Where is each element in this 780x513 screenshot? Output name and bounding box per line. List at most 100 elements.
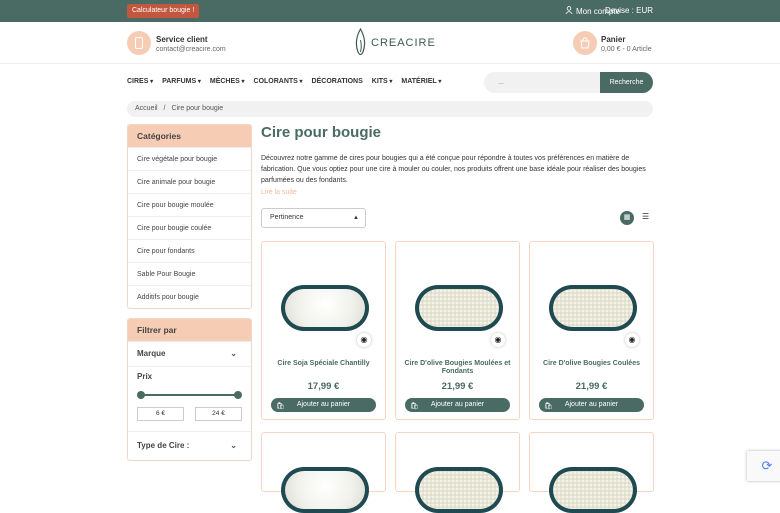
category-link[interactable]: Additifs pour bougie xyxy=(128,285,251,308)
product-image[interactable] xyxy=(415,467,503,513)
wax-type-filter[interactable]: Type de Cire : ⌄ xyxy=(128,431,251,460)
search-button[interactable]: Recherche xyxy=(600,72,653,93)
main-content: Cire pour bougie Découvrez notre gamme d… xyxy=(261,124,653,196)
price-label: Prix xyxy=(137,372,153,381)
add-to-cart-label: Ajouter au panier xyxy=(430,401,485,408)
list-view-icon[interactable]: ☰ xyxy=(642,212,649,221)
product-price: 21,99 € xyxy=(575,381,608,392)
category-link[interactable]: Cire pour bougie moulée xyxy=(128,193,251,216)
bag-icon: 🛍 xyxy=(410,403,419,410)
category-link[interactable]: Cire pour fondants xyxy=(128,239,251,262)
price-slider-max-handle[interactable] xyxy=(234,391,242,399)
breadcrumb-home[interactable]: Accueil xyxy=(135,105,158,112)
product-image[interactable] xyxy=(281,467,369,513)
categories-title: Catégories xyxy=(128,125,251,147)
product-card[interactable]: ◉ Cire D'olive Bougies Moulées et Fondan… xyxy=(395,241,520,420)
caret-down-icon: ▾ xyxy=(297,79,303,85)
add-to-cart-button[interactable]: 🛍 Ajouter au panier xyxy=(271,398,376,412)
user-icon xyxy=(565,6,573,16)
read-more-link[interactable]: Lire la suite xyxy=(261,189,653,196)
wax-type-label: Type de Cire : xyxy=(137,441,190,450)
categories-box: Catégories Cire végétale pour bougie Cire… xyxy=(127,124,252,309)
recaptcha-badge[interactable]: ⟳ xyxy=(747,451,780,481)
product-name[interactable]: Cire D'olive Bougies Coulées xyxy=(538,360,645,368)
caret-down-icon: ▾ xyxy=(436,79,442,85)
filter-box: Filtrer par Marque ⌄ Prix 6 € 24 € Type d… xyxy=(127,318,252,461)
service-title: Service client xyxy=(156,35,208,44)
price-slider[interactable] xyxy=(137,387,242,403)
caret-down-icon: ▾ xyxy=(196,79,201,85)
cart-icon[interactable] xyxy=(573,31,597,55)
quick-view-eye-icon[interactable]: ◉ xyxy=(491,333,505,347)
product-image[interactable] xyxy=(415,285,503,331)
page-title: Cire pour bougie xyxy=(261,124,381,141)
product-card[interactable]: ◉ Cire Soja Spéciale Chantilly 17,99 € 🛍… xyxy=(261,241,386,420)
product-image[interactable] xyxy=(549,467,637,513)
caret-down-icon: ▾ xyxy=(387,79,393,85)
category-link[interactable]: Cire animale pour bougie xyxy=(128,170,251,193)
sidebar: Catégories Cire végétale pour bougie Cire… xyxy=(127,124,252,470)
grid-view-icon[interactable]: ▦ xyxy=(620,211,634,225)
quick-view-eye-icon[interactable]: ◉ xyxy=(625,333,639,347)
brand-filter[interactable]: Marque ⌄ xyxy=(128,341,251,366)
breadcrumb-separator: / xyxy=(163,105,166,112)
price-slider-track xyxy=(140,394,239,396)
search-input[interactable] xyxy=(484,72,602,93)
product-price: 17,99 € xyxy=(307,381,340,392)
price-max-field[interactable]: 24 € xyxy=(195,407,242,421)
product-card[interactable] xyxy=(395,432,520,513)
product-card[interactable] xyxy=(261,432,386,513)
breadcrumb: Accueil / Cire pour bougie xyxy=(127,101,653,117)
search-bar: Recherche xyxy=(484,72,653,93)
nav-item-label: MÈCHES xyxy=(209,78,240,85)
sort-select[interactable]: Pertinence ▲ xyxy=(261,208,366,228)
add-to-cart-button[interactable]: 🛍 Ajouter au panier xyxy=(539,398,644,412)
site-logo[interactable]: CREACIRE xyxy=(354,28,436,58)
add-to-cart-label: Ajouter au panier xyxy=(296,401,351,408)
product-image[interactable] xyxy=(281,285,369,331)
price-slider-min-handle[interactable] xyxy=(137,391,145,399)
product-image[interactable] xyxy=(549,285,637,331)
product-name[interactable]: Cire Soja Spéciale Chantilly xyxy=(270,360,377,368)
currency-selector[interactable]: Devise : EUR xyxy=(605,6,653,15)
nav-item-1[interactable]: PARFUMS ▾ xyxy=(162,78,201,85)
logo-text: CREACIRE xyxy=(371,37,436,49)
nav-item-2[interactable]: MÈCHES ▾ xyxy=(210,78,245,85)
bag-icon: 🛍 xyxy=(276,403,285,410)
nav-item-6[interactable]: MATÉRIEL ▾ xyxy=(401,78,441,85)
cart-total: 0,00 € - 0 Article xyxy=(601,46,652,53)
service-email[interactable]: contact@creacire.com xyxy=(156,45,226,55)
nav-item-label: KITS xyxy=(371,78,388,85)
category-link[interactable]: Cire pour bougie coulée xyxy=(128,216,251,239)
category-description: Découvrez notre gamme de cires pour boug… xyxy=(261,155,646,184)
nav-item-label: CIRES xyxy=(127,78,149,85)
candle-calculator-button[interactable]: Calculateur bougie ! xyxy=(127,4,200,18)
product-price: 21,99 € xyxy=(441,381,474,392)
product-card[interactable] xyxy=(529,432,654,513)
customer-service[interactable]: Service client contact@creacire.com xyxy=(156,35,226,55)
price-min-field[interactable]: 6 € xyxy=(137,407,184,421)
product-card[interactable]: ◉ Cire D'olive Bougies Coulées 21,99 € 🛍… xyxy=(529,241,654,420)
filter-title: Filtrer par xyxy=(128,319,251,341)
nav-item-3[interactable]: COLORANTS ▾ xyxy=(254,78,303,85)
nav-item-0[interactable]: CIRES ▾ xyxy=(127,78,153,85)
cart-summary[interactable]: Panier 0,00 € - 0 Article xyxy=(601,35,652,55)
product-name[interactable]: Cire D'olive Bougies Moulées et Fondants xyxy=(404,360,511,376)
chevron-down-icon[interactable]: ⌄ xyxy=(230,432,237,460)
breadcrumb-current: Cire pour bougie xyxy=(171,105,224,112)
sort-arrows-icon: ▲ xyxy=(353,215,359,221)
quick-view-eye-icon[interactable]: ◉ xyxy=(357,333,371,347)
phone-icon xyxy=(127,31,151,55)
cart-title: Panier xyxy=(601,35,626,44)
caret-down-icon: ▾ xyxy=(239,79,245,85)
price-filter: Prix 6 € 24 € xyxy=(128,366,251,431)
site-header: Service client contact@creacire.com CREA… xyxy=(0,22,780,64)
category-link[interactable]: Sable Pour Bougie xyxy=(128,262,251,285)
nav-item-5[interactable]: KITS ▾ xyxy=(372,78,393,85)
add-to-cart-button[interactable]: 🛍 Ajouter au panier xyxy=(405,398,510,412)
nav-item-4[interactable]: DÉCORATIONS xyxy=(312,78,363,85)
bag-icon: 🛍 xyxy=(544,403,553,410)
category-link[interactable]: Cire végétale pour bougie xyxy=(128,147,251,170)
chevron-down-icon[interactable]: ⌄ xyxy=(230,342,237,366)
flame-logo-icon xyxy=(355,28,366,56)
